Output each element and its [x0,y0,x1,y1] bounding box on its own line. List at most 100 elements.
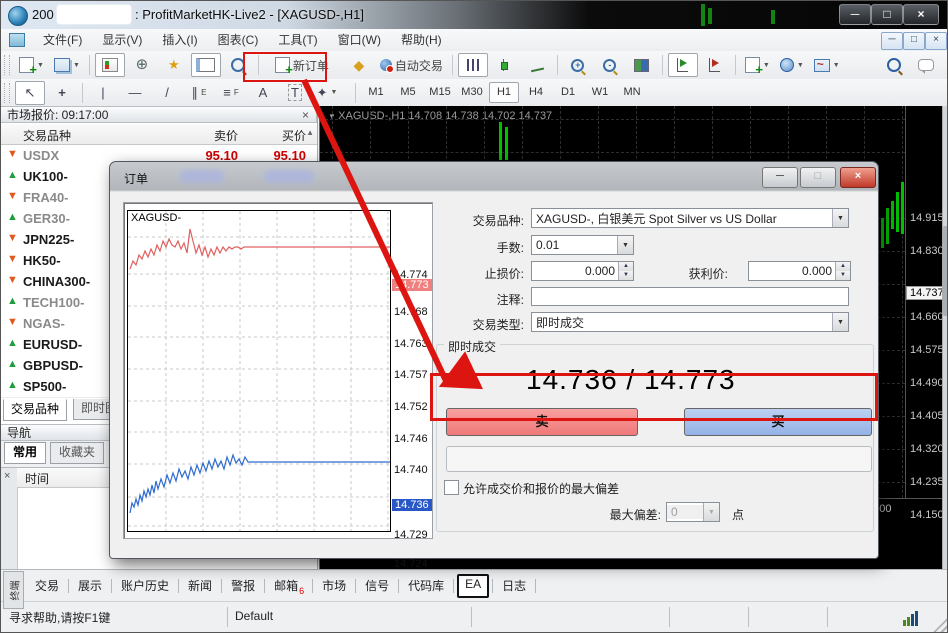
terminal-tab-警报[interactable]: 警报 [225,576,261,596]
metaeditor-button[interactable]: ◆ [344,53,374,77]
caret-down-icon[interactable]: ▼ [832,313,848,331]
buy-button[interactable]: 买 [684,408,872,436]
close-icon[interactable]: × [302,107,309,123]
menu-item-2[interactable]: 插入(I) [152,29,207,51]
mdi-restore-button[interactable]: □ [903,32,925,50]
line-chart-button[interactable] [522,53,552,77]
arrows-tool-button[interactable]: ✦▼ [312,81,342,105]
indicators-button[interactable]: ▼ [741,53,774,77]
timeframe-M15[interactable]: M15 [425,82,455,103]
column-symbol[interactable]: 交易品种 [23,127,71,144]
chat-button[interactable] [911,53,941,77]
scroll-up-icon[interactable]: ▲ [306,128,314,137]
new-chart-button[interactable]: ▼ [15,53,48,77]
timeframe-W1[interactable]: W1 [585,82,615,103]
column-ask[interactable]: 买价 [236,127,306,144]
channel-button[interactable]: ∥E [184,81,214,105]
menu-item-5[interactable]: 窗口(W) [328,29,391,51]
mdi-minimize-button[interactable]: ─ [881,32,903,50]
search-button[interactable] [879,53,909,77]
symbol-select[interactable]: XAGUSD-, 白银美元 Spot Silver vs US Dollar▼ [531,208,849,228]
profiles-button[interactable]: ▼ [50,53,84,77]
spinner-arrows[interactable]: ▲▼ [835,262,850,280]
terminal-tab-展示[interactable]: 展示 [72,576,108,596]
chart-scrollbar[interactable] [942,106,948,571]
comment-input[interactable] [531,287,849,306]
status-profile[interactable]: Default [235,609,273,623]
candle-chart-button[interactable] [490,53,520,77]
stoploss-input[interactable]: 0.000 ▲▼ [531,261,634,281]
market-watch-tab-0[interactable]: 交易品种 [3,399,67,421]
auto-scroll-button[interactable] [668,53,698,77]
chart-shift-button[interactable] [700,53,730,77]
new-order-button[interactable]: 新订单 [271,53,333,77]
vertical-line-button[interactable]: | [88,81,118,105]
dialog-minimize-button[interactable]: ─ [762,167,798,188]
terminal-tab-代码库[interactable]: 代码库 [402,576,450,596]
menu-item-6[interactable]: 帮助(H) [391,29,452,51]
spin-down-icon[interactable]: ▼ [619,271,633,280]
sell-button[interactable]: 卖 [446,408,638,436]
terminal-button[interactable] [191,53,221,77]
zoom-in-button[interactable]: + [563,53,593,77]
cursor-tool-button[interactable]: ↖ [15,81,45,105]
minimize-button[interactable]: ─ [839,4,871,25]
terminal-tab-邮箱[interactable]: 邮箱6 [268,576,309,596]
terminal-tab-市场[interactable]: 市场 [316,576,352,596]
horizontal-line-button[interactable]: — [120,81,150,105]
chart-scrollbar-thumb[interactable] [943,226,948,316]
trendline-button[interactable]: / [152,81,182,105]
spin-up-icon[interactable]: ▲ [619,262,633,271]
caret-down-icon[interactable]: ▼ [832,209,848,227]
spin-down-icon[interactable]: ▼ [836,271,850,280]
crosshair-tool-button[interactable]: + [47,81,77,105]
bar-chart-button[interactable] [458,53,488,77]
label-tool-button[interactable]: T [280,81,310,105]
column-bid[interactable]: 卖价 [168,127,238,144]
close-icon[interactable]: × [4,470,10,482]
menu-item-4[interactable]: 工具(T) [268,29,327,51]
timeframe-MN[interactable]: MN [617,82,647,103]
fibonacci-button[interactable]: ≡F [216,81,246,105]
tile-windows-button[interactable] [627,53,657,77]
mdi-close-button[interactable]: × [925,32,947,50]
menu-item-3[interactable]: 图表(C) [208,29,269,51]
menu-item-1[interactable]: 显示(V) [92,29,152,51]
zoom-out-button[interactable]: - [595,53,625,77]
resize-grip[interactable] [933,618,947,632]
maximize-button[interactable]: □ [871,4,903,25]
terminal-tab-信号[interactable]: 信号 [359,576,395,596]
terminal-tab-日志[interactable]: 日志 [496,576,532,596]
timeframe-M5[interactable]: M5 [393,82,423,103]
toolbar-grip[interactable] [4,83,10,103]
terminal-tab-新闻[interactable]: 新闻 [182,576,218,596]
market-watch-button[interactable] [95,53,125,77]
terminal-tab-账户历史[interactable]: 账户历史 [115,576,175,596]
volume-select[interactable]: 0.01▼ [531,235,634,255]
data-window-button[interactable]: ⊕ [127,53,157,77]
toolbar-grip[interactable] [4,55,10,75]
timeframe-H1[interactable]: H1 [489,82,519,103]
close-button[interactable]: × [903,4,939,25]
strategy-tester-button[interactable] [223,53,253,77]
navigator-tab-0[interactable]: 常用 [4,442,46,464]
deviation-checkbox[interactable] [444,480,459,495]
menu-item-0[interactable]: 文件(F) [33,29,92,51]
dialog-close-button[interactable]: × [840,167,876,188]
terminal-tab-EA[interactable]: EA [457,574,489,598]
caret-down-icon[interactable]: ▼ [617,236,633,254]
timeframe-D1[interactable]: D1 [553,82,583,103]
text-tool-button[interactable]: A [248,81,278,105]
navigator-tab-1[interactable]: 收藏夹 [50,442,104,464]
timeframe-H4[interactable]: H4 [521,82,551,103]
timeframe-M1[interactable]: M1 [361,82,391,103]
autotrading-button[interactable]: 自动交易 [376,53,447,77]
templates-button[interactable]: ▼ [810,53,844,77]
timeframe-M30[interactable]: M30 [457,82,487,103]
spin-up-icon[interactable]: ▲ [836,262,850,271]
takeprofit-input[interactable]: 0.000 ▲▼ [748,261,851,281]
terminal-tab-交易[interactable]: 交易 [29,576,65,596]
spinner-arrows[interactable]: ▲▼ [618,262,633,280]
periods-button[interactable]: ▼ [776,53,808,77]
terminal-vertical-tab[interactable]: 终端 [3,571,24,609]
